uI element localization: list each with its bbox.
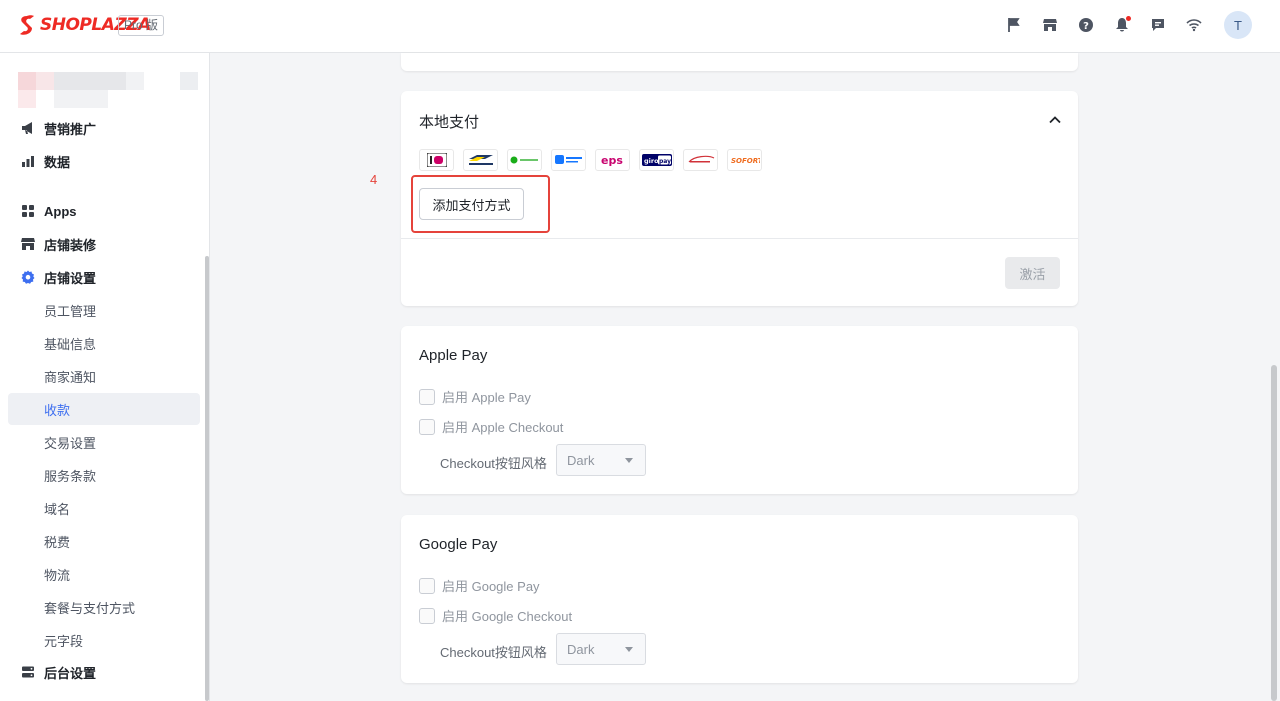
przelewy24-logo (683, 149, 718, 171)
local-payment-title: 本地支付 (419, 114, 480, 131)
server-icon (20, 664, 36, 680)
sidebar-scrollbar[interactable] (205, 256, 209, 701)
sidebar-item-store-settings[interactable]: 店铺设置 (8, 261, 200, 293)
sidebar-item-apps[interactable]: Apps (8, 195, 200, 227)
enable-apple-pay-row[interactable]: 启用 Apple Pay (419, 387, 531, 406)
apple-pay-title: Apple Pay (419, 347, 488, 364)
bar-chart-icon (20, 153, 36, 169)
wechat-pay-logo (507, 149, 542, 171)
sidebar-item-taxes[interactable]: 税费 (8, 525, 200, 557)
google-checkout-style-value: Dark (567, 641, 595, 657)
card-divider (401, 238, 1078, 239)
sidebar-item-metafields[interactable]: 元字段 (8, 624, 200, 656)
sidebar-item-domains[interactable]: 域名 (8, 492, 200, 524)
sidebar-item-checkout-settings[interactable]: 交易设置 (8, 426, 200, 458)
enable-google-pay-row[interactable]: 启用 Google Pay (419, 576, 540, 595)
sidebar-item-label: 店铺装修 (44, 237, 97, 253)
highlight-box (411, 175, 550, 233)
svg-text:SOFORT: SOFORT (731, 157, 760, 165)
enable-apple-checkout-checkbox[interactable] (419, 418, 435, 435)
sidebar-item-label: 店铺设置 (44, 270, 97, 286)
google-checkout-style-select[interactable]: Dark (556, 633, 646, 665)
top-bar: SHOPLAZZA Pro 版 ? T (0, 0, 1280, 53)
sidebar-item-terms[interactable]: 服务条款 (8, 459, 200, 491)
google-pay-title: Google Pay (419, 536, 498, 553)
giropay-logo: giro pay (639, 149, 674, 171)
enable-apple-checkout-row[interactable]: 启用 Apple Checkout (419, 417, 563, 436)
ideal-logo (419, 149, 454, 171)
chevron-up-icon[interactable] (1048, 113, 1062, 127)
sidebar-item-label: 数据 (44, 154, 71, 170)
caret-down-icon (625, 647, 633, 652)
previous-card-bottom (401, 53, 1078, 71)
sidebar-item-analytics[interactable]: 数据 (8, 145, 200, 177)
sidebar-item-shipping[interactable]: 物流 (8, 558, 200, 590)
svg-text:?: ? (1083, 21, 1089, 32)
sidebar-item-label: 后台设置 (44, 665, 97, 681)
enable-google-checkout-label: 启用 Google Checkout (442, 609, 573, 624)
header-actions: ? T (988, 11, 1252, 39)
svg-text:eps: eps (601, 154, 623, 167)
activate-button[interactable]: 激活 (1005, 257, 1060, 289)
svg-text:pay: pay (659, 158, 671, 165)
sidebar-item-label: Apps (44, 203, 77, 219)
apps-grid-icon (20, 203, 36, 219)
step-number-annotation: 4 (370, 172, 378, 187)
sidebar-item-label: 营销推广 (44, 121, 97, 137)
enable-google-pay-label: 启用 Google Pay (442, 579, 540, 594)
bancontact-logo (463, 149, 498, 171)
enable-google-checkout-row[interactable]: 启用 Google Checkout (419, 606, 572, 625)
plan-badge: Pro 版 (118, 15, 165, 36)
sidebar-item-payments[interactable]: 收款 (8, 393, 200, 425)
help-icon[interactable]: ? (1076, 15, 1096, 35)
enable-apple-pay-checkbox[interactable] (419, 388, 435, 405)
enable-google-pay-checkbox[interactable] (419, 577, 435, 594)
avatar[interactable]: T (1224, 11, 1252, 39)
flag-icon[interactable] (1004, 15, 1024, 35)
bell-icon[interactable] (1112, 15, 1132, 35)
sofort-logo: SOFORT (727, 149, 762, 171)
sidebar: 营销推广 数据 Apps 店铺装修 店铺设置 员工管理 基础信息 商家通知 收款… (0, 53, 210, 701)
page-scrollbar[interactable] (1271, 365, 1277, 701)
caret-down-icon (625, 458, 633, 463)
sidebar-item-notifications[interactable]: 商家通知 (8, 360, 200, 392)
message-icon[interactable] (1148, 15, 1168, 35)
apple-checkout-style-select[interactable]: Dark (556, 444, 646, 476)
apple-checkout-style-value: Dark (567, 452, 595, 468)
eps-logo: eps (595, 149, 630, 171)
store-icon (20, 236, 36, 252)
store-icon[interactable] (1040, 15, 1060, 35)
store-name-placeholder (18, 72, 198, 108)
sidebar-item-staff[interactable]: 员工管理 (8, 294, 200, 326)
apple-pay-card: Apple Pay 启用 Apple Pay 启用 Apple Checkout… (401, 326, 1078, 494)
sidebar-item-basic-info[interactable]: 基础信息 (8, 327, 200, 359)
megaphone-icon (20, 120, 36, 136)
alipay-logo (551, 149, 586, 171)
apple-checkout-style-label: Checkout按钮风格 (440, 456, 547, 471)
sidebar-item-marketing[interactable]: 营销推广 (8, 112, 200, 144)
payment-method-logos: eps giro pay SOFORT (419, 149, 771, 171)
sidebar-item-store-design[interactable]: 店铺装修 (8, 228, 200, 260)
enable-apple-checkout-label: 启用 Apple Checkout (442, 420, 564, 435)
sidebar-item-plan-billing[interactable]: 套餐与支付方式 (8, 591, 200, 623)
enable-google-checkout-checkbox[interactable] (419, 607, 435, 624)
enable-apple-pay-label: 启用 Apple Pay (442, 390, 531, 405)
gear-icon (20, 269, 36, 285)
google-pay-card: Google Pay 启用 Google Pay 启用 Google Check… (401, 515, 1078, 683)
sidebar-item-admin-settings[interactable]: 后台设置 (8, 656, 200, 688)
google-checkout-style-label: Checkout按钮风格 (440, 645, 547, 660)
svg-text:giro: giro (644, 157, 659, 165)
wifi-icon[interactable] (1184, 15, 1204, 35)
shoplazza-logo-icon (20, 15, 34, 35)
notification-dot (1126, 16, 1131, 21)
